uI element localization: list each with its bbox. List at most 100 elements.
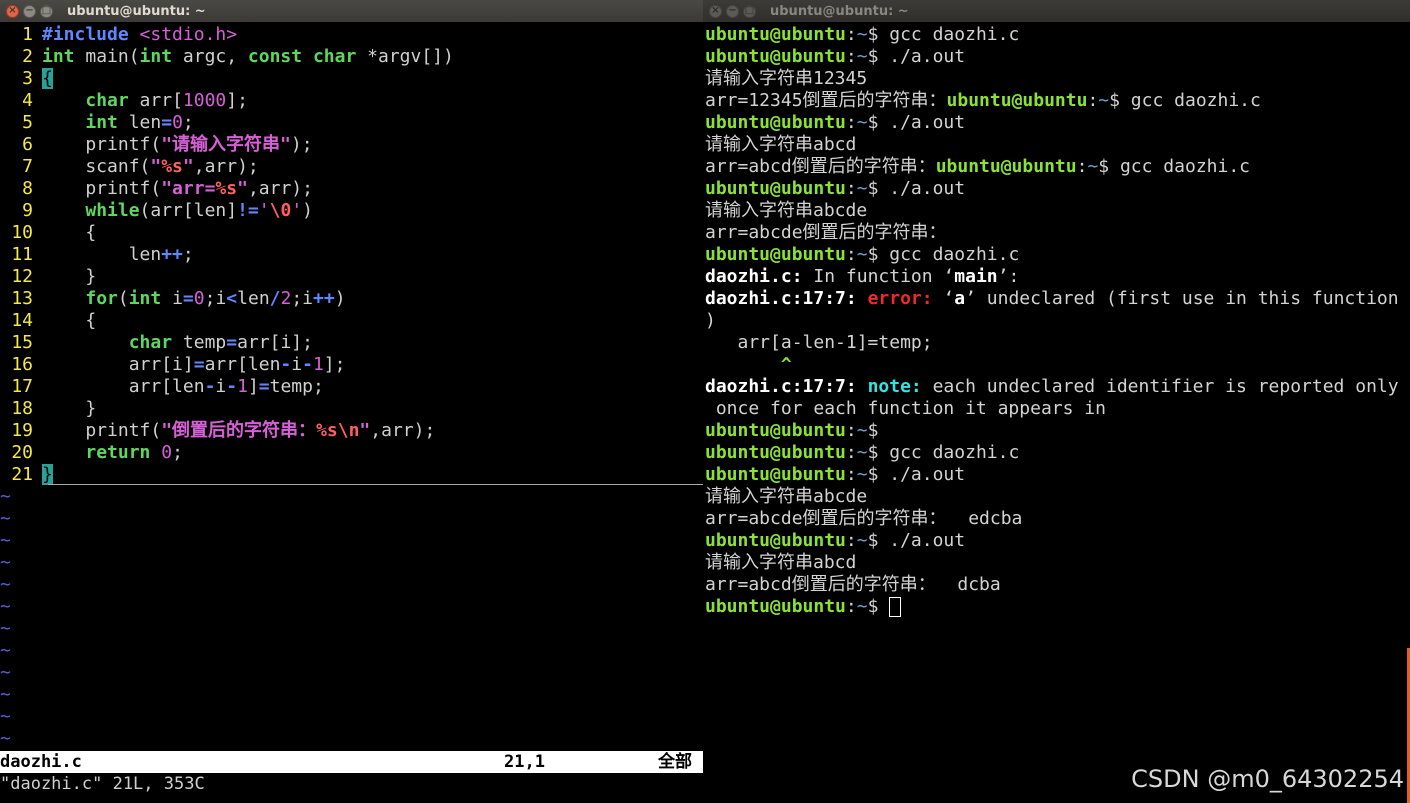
code-line[interactable]: 6 printf("请输入字符串"); (0, 134, 703, 156)
code-token: " (182, 156, 194, 177)
vim-editor[interactable]: 1 #include <stdio.h> 2 int main(int argc, c… (0, 24, 703, 803)
code-token: = (193, 354, 205, 375)
maximize-icon[interactable]: □ (40, 4, 53, 18)
terminal-text: ~ (856, 46, 868, 67)
code-token: printf( (42, 420, 162, 441)
terminal-text: ~ (856, 530, 868, 551)
code-token: " (359, 420, 371, 441)
code-token: - (226, 376, 238, 397)
code-token: int (42, 46, 75, 67)
code-token: while (85, 200, 140, 221)
code-line[interactable]: 11 len++; (0, 244, 703, 266)
empty-line-tilde: ~ (0, 574, 11, 595)
code-line[interactable]: 15 char temp=arr[i]; (0, 332, 703, 354)
code-token: char (312, 46, 357, 67)
terminal-text: ‘ (932, 288, 955, 309)
code-line[interactable]: 17 arr[len-i-1]=temp; (0, 376, 703, 398)
code-token: len (117, 112, 162, 133)
terminal-text: daozhi.c:17:7: (705, 288, 857, 309)
code-line[interactable]: 20 return 0; (0, 442, 703, 464)
code-token: ( (117, 288, 129, 309)
status-all: 全部 (658, 752, 692, 772)
code-line[interactable]: 1 #include <stdio.h> (0, 24, 703, 46)
terminal-line: arr=abcde倒置后的字符串： (705, 222, 1410, 244)
empty-line-tilde: ~ (0, 618, 11, 639)
code-token: - (280, 354, 292, 375)
terminal-text: arr=abcde倒置后的字符串： edcba (705, 508, 1023, 529)
vim-status-line: daozhi.c 21,1 全部 (0, 751, 703, 773)
line-number: 12 (11, 266, 33, 287)
terminal-text: $ gcc daozhi.c (867, 244, 1020, 265)
terminal-output[interactable]: ubuntu@ubuntu:~$ gcc daozhi.c ubuntu@ubun… (705, 24, 1410, 803)
code-token: len (237, 288, 270, 309)
code-token: ; (182, 244, 194, 265)
code-line[interactable]: 13 for(int i=0;i<len/2;i++) (0, 288, 703, 310)
code-token: 0 (161, 442, 173, 463)
code-token: %s (161, 156, 183, 177)
minimize-icon[interactable]: − (23, 4, 36, 18)
terminal-line: ^ (705, 354, 1410, 376)
right-titlebar[interactable]: × − □ ubuntu@ubuntu: ~ (703, 0, 1410, 22)
code-token: int (139, 46, 173, 67)
terminal-line: ubuntu@ubuntu:~$ ./a.out (705, 464, 1410, 486)
left-titlebar[interactable]: × − □ ubuntu@ubuntu: ~ (0, 0, 703, 22)
terminal-text: : (845, 464, 857, 485)
terminal-text: arr=abcd倒置后的字符串： dcba (705, 574, 1001, 595)
terminal-text: : (845, 46, 857, 67)
terminal-line: 请输入字符串abcd (705, 552, 1410, 574)
code-line[interactable]: 7 scanf("%s",arr); (0, 156, 703, 178)
terminal-text: $ ./a.out (867, 530, 966, 551)
code-line[interactable]: 2 int main(int argc, const char *argv[]) (0, 46, 703, 68)
terminal-text: : (845, 244, 857, 265)
terminal-line: arr[a-len-1]=temp; (705, 332, 1410, 354)
empty-line-tilde: ~ (0, 662, 11, 683)
line-number: 11 (11, 244, 33, 265)
code-line[interactable]: 9 while(arr[len]!='\0') (0, 200, 703, 222)
code-line[interactable]: 5 int len=0; (0, 112, 703, 134)
empty-line-tilde: ~ (0, 640, 11, 661)
maximize-icon[interactable]: □ (743, 4, 756, 18)
close-icon[interactable]: × (6, 4, 19, 18)
code-line[interactable]: 8 printf("arr=%s",arr); (0, 178, 703, 200)
shell-terminal-window[interactable]: × − □ ubuntu@ubuntu: ~ ubuntu@ubuntu:~$ … (703, 0, 1410, 803)
code-token: ; (172, 442, 183, 463)
code-token: ' (258, 200, 270, 221)
vim-terminal-window[interactable]: × − □ ubuntu@ubuntu: ~ 1 #include <stdio.… (0, 0, 703, 803)
code-token: const (247, 46, 303, 67)
close-icon[interactable]: × (709, 4, 722, 18)
code-line[interactable]: 21} (0, 464, 703, 486)
code-token: 1000 (182, 90, 227, 111)
terminal-text: ~ (856, 442, 868, 463)
minimize-icon[interactable]: − (726, 4, 739, 18)
code-token: ]; (323, 354, 346, 375)
terminal-line: ubuntu@ubuntu:~$ (705, 420, 1410, 442)
code-token: printf( (42, 178, 162, 199)
code-line[interactable]: 10 { (0, 222, 703, 244)
code-token: temp; (269, 376, 324, 397)
code-line[interactable]: 3{ (0, 68, 703, 90)
line-number: 5 (22, 112, 33, 133)
status-position: 21,1 (504, 752, 545, 772)
empty-line-tilde: ~ (0, 728, 11, 749)
code-token: ,arr); (247, 178, 313, 199)
code-line[interactable]: 19 printf("倒置后的字符串：%s\n",arr); (0, 420, 703, 442)
terminal-line: 请输入字符串abcde (705, 486, 1410, 508)
line-number: 4 (22, 90, 33, 111)
terminal-text: : (845, 178, 857, 199)
code-token: ;i (291, 288, 314, 309)
terminal-line: daozhi.c: In function ‘main’: (705, 266, 1410, 288)
code-token: = (258, 376, 270, 397)
code-token: 0 (172, 112, 183, 133)
code-line[interactable]: 18 } (0, 398, 703, 420)
terminal-line: ubuntu@ubuntu:~$ (705, 596, 1410, 618)
terminal-text: main (954, 266, 998, 287)
terminal-text: $ (867, 420, 879, 441)
code-line[interactable]: 16 arr[i]=arr[len-i-1]; (0, 354, 703, 376)
code-line[interactable]: 14 { (0, 310, 703, 332)
code-line[interactable]: 12 } (0, 266, 703, 288)
terminal-text: arr[a-len-1]=temp; (705, 332, 933, 353)
terminal-text: $ gcc daozhi.c (867, 442, 1020, 463)
code-line[interactable]: 4 char arr[1000]; (0, 90, 703, 112)
